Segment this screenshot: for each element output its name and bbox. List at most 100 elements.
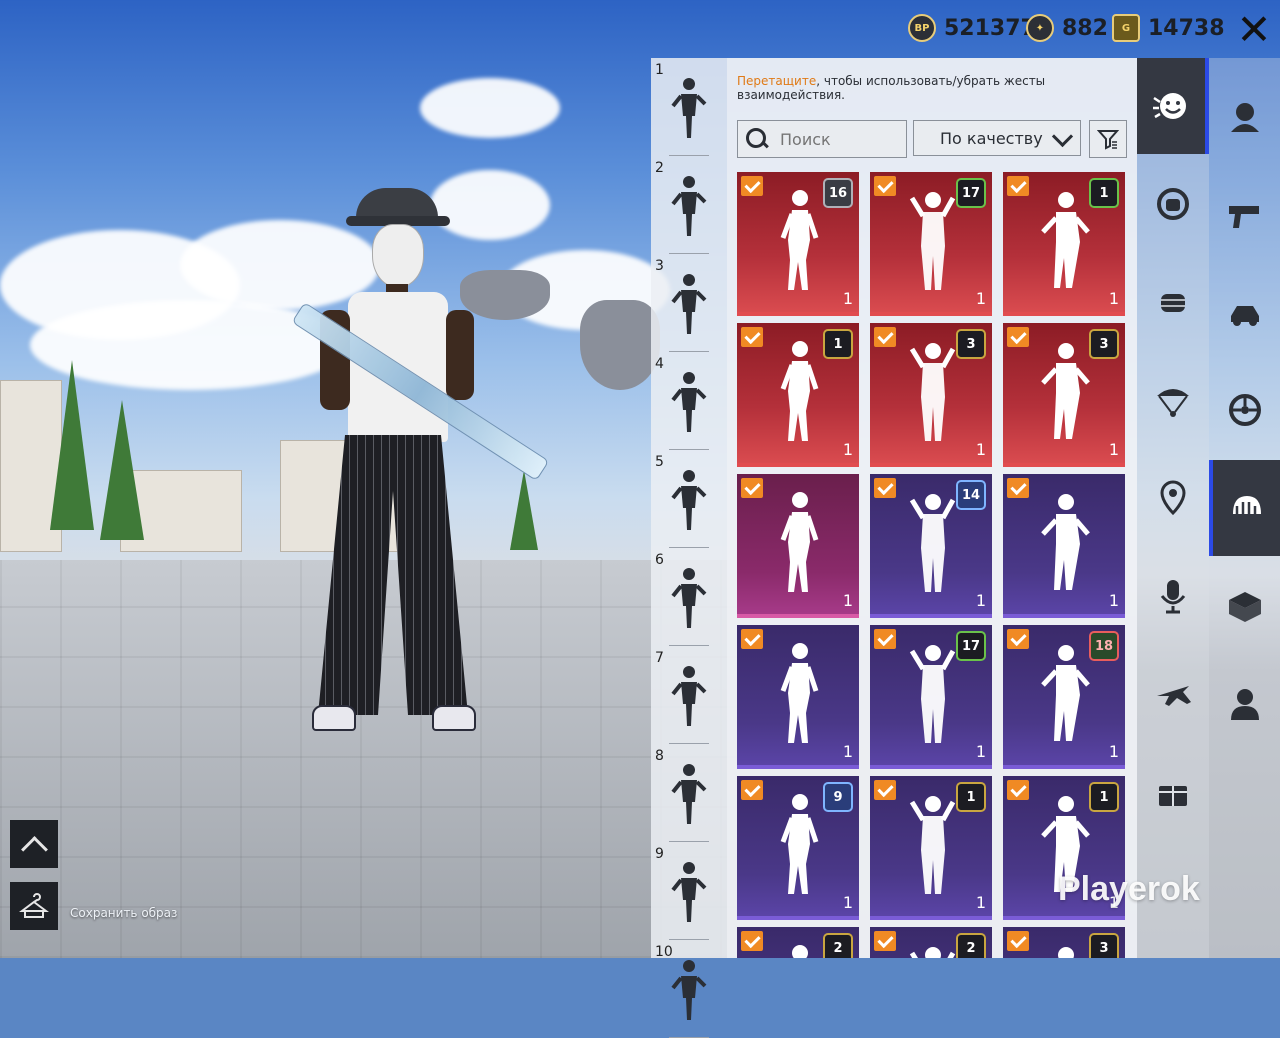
emote-card[interactable]: 11 [870,776,992,920]
tab-crate[interactable] [1209,558,1280,654]
emote-slot[interactable]: 8 [651,744,727,842]
emote-slot[interactable]: 9 [651,842,727,940]
tab-emote-face[interactable] [1137,58,1209,154]
tab-microphone[interactable] [1137,548,1209,644]
emote-face-icon [1153,93,1186,119]
emote-card[interactable]: 1 [737,625,859,769]
tab-wheel-emote[interactable] [1137,156,1209,252]
emote-pose-icon [1041,192,1090,288]
emote-grid: 16 1 17 1 1 1 1 1 3 1 3 1 1 14 1 1 1 17 1 18 1 9 1 1 1 1 1 2 2 3 [737,172,1131,958]
sort-dropdown[interactable]: По качеству [913,120,1081,156]
tab-plane[interactable] [1137,646,1209,742]
slot-number: 8 [655,748,664,764]
item-count: 1 [975,440,986,459]
emote-pose-icon [792,945,808,958]
emote-card[interactable]: 2 [870,927,992,958]
tab-pistol[interactable] [1209,166,1280,262]
level-badge: 16 [823,178,853,208]
emote-card[interactable]: 16 1 [737,172,859,316]
character-icon [1230,689,1259,720]
currency-value: 521377 [944,15,1036,41]
search-box[interactable] [737,120,907,158]
checkmark-icon [741,931,763,951]
item-count: 1 [842,440,853,459]
save-outfit-button[interactable] [10,882,58,930]
location-pin-icon [1160,480,1186,516]
emote-slot[interactable]: 5 [651,450,727,548]
hint-highlight: Перетащите [737,74,817,88]
level-badge: 2 [956,933,986,958]
tab-location-pin[interactable] [1137,450,1209,546]
emote-slot[interactable]: 3 [651,254,727,352]
tab-vehicle[interactable] [1209,264,1280,360]
microphone-icon [1160,580,1186,614]
emote-card[interactable]: 1 [737,474,859,618]
emote-card[interactable]: 18 1 [1003,625,1125,769]
emote-card[interactable]: 3 [1003,927,1125,958]
emote-pose-icon [671,860,707,924]
checkmark-icon [1007,327,1029,347]
checkmark-icon [874,176,896,196]
item-count: 1 [1108,440,1119,459]
currency-fragment: ✦ 882 [1026,14,1108,42]
slot-number: 4 [655,356,664,372]
emote-pose-icon [1041,343,1090,439]
slot-number: 6 [655,552,664,568]
filter-icon [1097,130,1119,150]
emote-pose-icon [671,76,707,140]
emote-pose-icon [909,645,956,743]
emote-card[interactable]: 2 [737,927,859,958]
emote-pose-icon [671,370,707,434]
slot-number: 5 [655,454,664,470]
item-count: 1 [975,893,986,912]
emote-slot[interactable]: 7 [651,646,727,744]
save-outfit-label: Сохранить образ [70,906,178,920]
expand-up-button[interactable] [10,820,58,868]
tab-avatar[interactable] [1209,68,1280,164]
slot-number: 1 [655,62,664,78]
emote-pose-icon [780,190,819,290]
level-badge: 17 [956,178,986,208]
emote-pose-icon [671,174,707,238]
drag-hint: Перетащите, чтобы использовать/убрать же… [737,74,1137,102]
emote-card[interactable]: 17 1 [870,625,992,769]
item-count: 1 [842,742,853,761]
emote-card[interactable]: 14 1 [870,474,992,618]
checkmark-icon [741,327,763,347]
category-tabs [1137,58,1209,958]
emote-slot[interactable]: 2 [651,156,727,254]
filter-button[interactable] [1089,120,1127,158]
emote-card[interactable]: 31 [870,323,992,467]
item-count: 1 [975,591,986,610]
emote-slot[interactable]: 1 [651,58,727,156]
sort-label: По качеству [940,128,1043,148]
emote-card[interactable]: 1 [1003,474,1125,618]
emote-card[interactable]: 91 [737,776,859,920]
right-shoe [432,705,476,731]
emote-card[interactable]: 11 [1003,172,1125,316]
search-input[interactable] [778,128,902,150]
tab-gift-box[interactable] [1137,744,1209,840]
emote-slot[interactable]: 10 [651,940,727,1038]
close-button[interactable]: ✕ [1234,9,1274,51]
tab-fist[interactable] [1137,254,1209,350]
item-count: 1 [1108,591,1119,610]
tab-character[interactable] [1209,656,1280,752]
level-badge: 3 [1089,329,1119,359]
tab-helmet[interactable] [1209,460,1280,556]
tab-parachute[interactable] [1137,352,1209,448]
tab-wheel[interactable] [1209,362,1280,458]
emote-pose-icon [780,341,819,441]
emote-slot[interactable]: 4 [651,352,727,450]
emote-slot[interactable]: 6 [651,548,727,646]
emote-card[interactable]: 17 1 [870,172,992,316]
checkmark-icon [1007,478,1029,498]
emote-card[interactable]: 31 [1003,323,1125,467]
item-count: 1 [842,893,853,912]
bp-coin-icon: BP [908,14,936,42]
checkmark-icon [741,629,763,649]
emote-pose-icon [671,566,707,630]
slot-number: 9 [655,846,664,862]
floating-island [580,300,660,390]
emote-card[interactable]: 11 [737,323,859,467]
